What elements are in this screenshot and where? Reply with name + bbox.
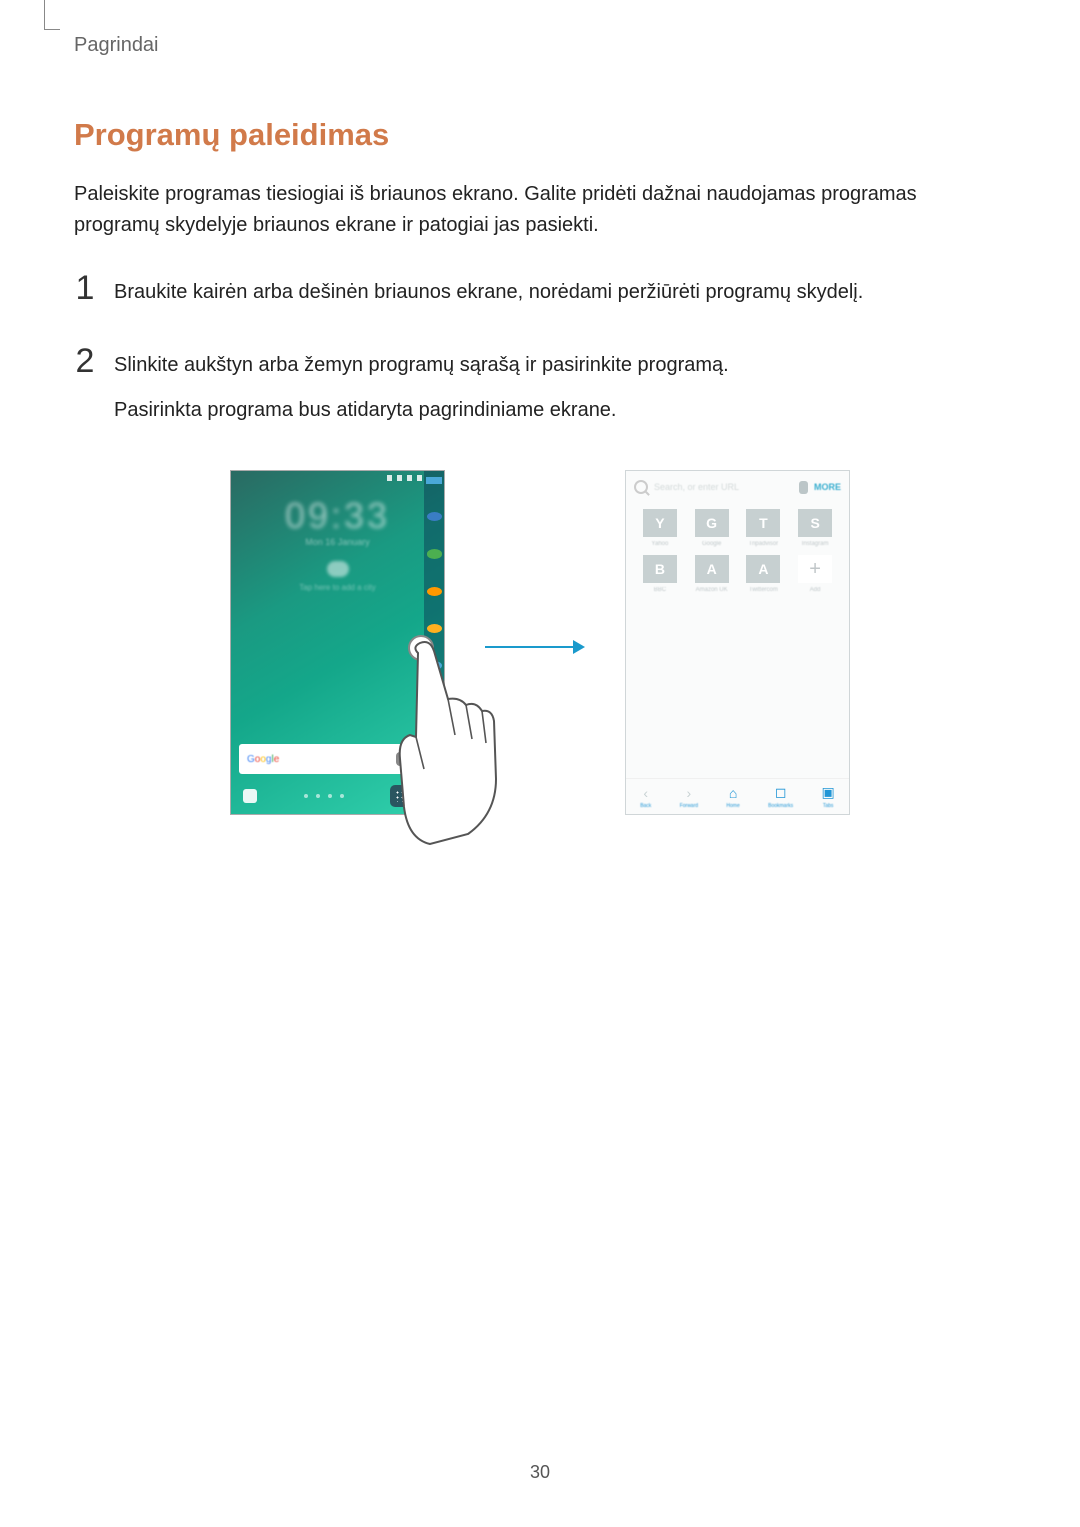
tile-2: TTripadvisor [742,509,786,547]
step-1-text: Braukite kairėn arba dešinėn briaunos ek… [114,277,1006,308]
tabs-icon: ▣Tabs [822,784,835,809]
browser-toolbar: Search, or enter URL MORE [626,471,849,503]
tile-0: YYahoo [638,509,682,547]
step-1-body: Braukite kairėn arba dešinėn briaunos ek… [114,271,1006,322]
back-icon: ‹Back [640,785,651,809]
clock-date: Mon 16 January [231,537,444,547]
status-bar [231,471,444,485]
phone-icon [243,789,257,803]
illustration: 09:33 Mon 16 January Tap here to add a c… [74,470,1006,815]
browser-bottom-nav: ‹Back ›Forward ⌂Home ◻Bookmarks ▣Tabs [626,778,849,814]
speed-dial: YYahoo GGoogle TTripadvisor SInstagram B… [626,503,849,599]
tile-add: +Add [793,555,837,593]
browser-mock: Search, or enter URL MORE YYahoo GGoogle… [625,470,850,815]
tile-4: BBBC [638,555,682,593]
home-icon: ⌂Home [726,785,739,809]
page-number: 30 [0,1462,1080,1483]
url-placeholder: Search, or enter URL [654,482,793,492]
page-tab-mark [44,0,60,30]
section-name: Pagrindai [74,34,1006,57]
tile-6: ATwittercom [742,555,786,593]
heading: Programų paleidimas [74,117,1006,153]
google-search-bar: Google [239,744,414,774]
weather-text: Tap here to add a city [231,583,444,592]
tile-1: GGoogle [690,509,734,547]
forward-icon: ›Forward [680,785,698,809]
tile-3: SInstagram [793,509,837,547]
step-2-body: Slinkite aukštyn arba žemyn programų sąr… [114,344,1006,440]
intro-paragraph: Paleiskite programas tiesiogiai iš briau… [74,179,1006,241]
step-2: 2 Slinkite aukštyn arba žemyn programų s… [74,344,1006,440]
mic-icon [799,481,808,494]
more-button: MORE [814,482,841,492]
step-2-number: 2 [74,344,96,378]
step-1: 1 Braukite kairėn arba dešinėn briaunos … [74,271,1006,322]
hand-icon [390,639,510,849]
page: Pagrindai Programų paleidimas Paleiskite… [0,0,1080,1527]
weather-icon [327,561,349,577]
messages-icon [427,624,442,633]
step-2-text: Slinkite aukštyn arba žemyn programų sąr… [114,350,1006,381]
contacts-icon [427,587,442,596]
bookmark-icon: ◻Bookmarks [768,784,793,809]
step-1-number: 1 [74,271,96,305]
google-logo: Google [247,754,279,765]
call-icon [427,549,442,558]
page-indicator [304,794,344,798]
finger-gesture [400,635,490,845]
clock: 09:33 [231,495,444,537]
search-icon [634,480,648,494]
tile-5: AAmazon UK [690,555,734,593]
step-2-subtext: Pasirinkta programa bus atidaryta pagrin… [114,395,1006,426]
edge-handle [426,477,442,484]
star-icon [427,512,442,521]
